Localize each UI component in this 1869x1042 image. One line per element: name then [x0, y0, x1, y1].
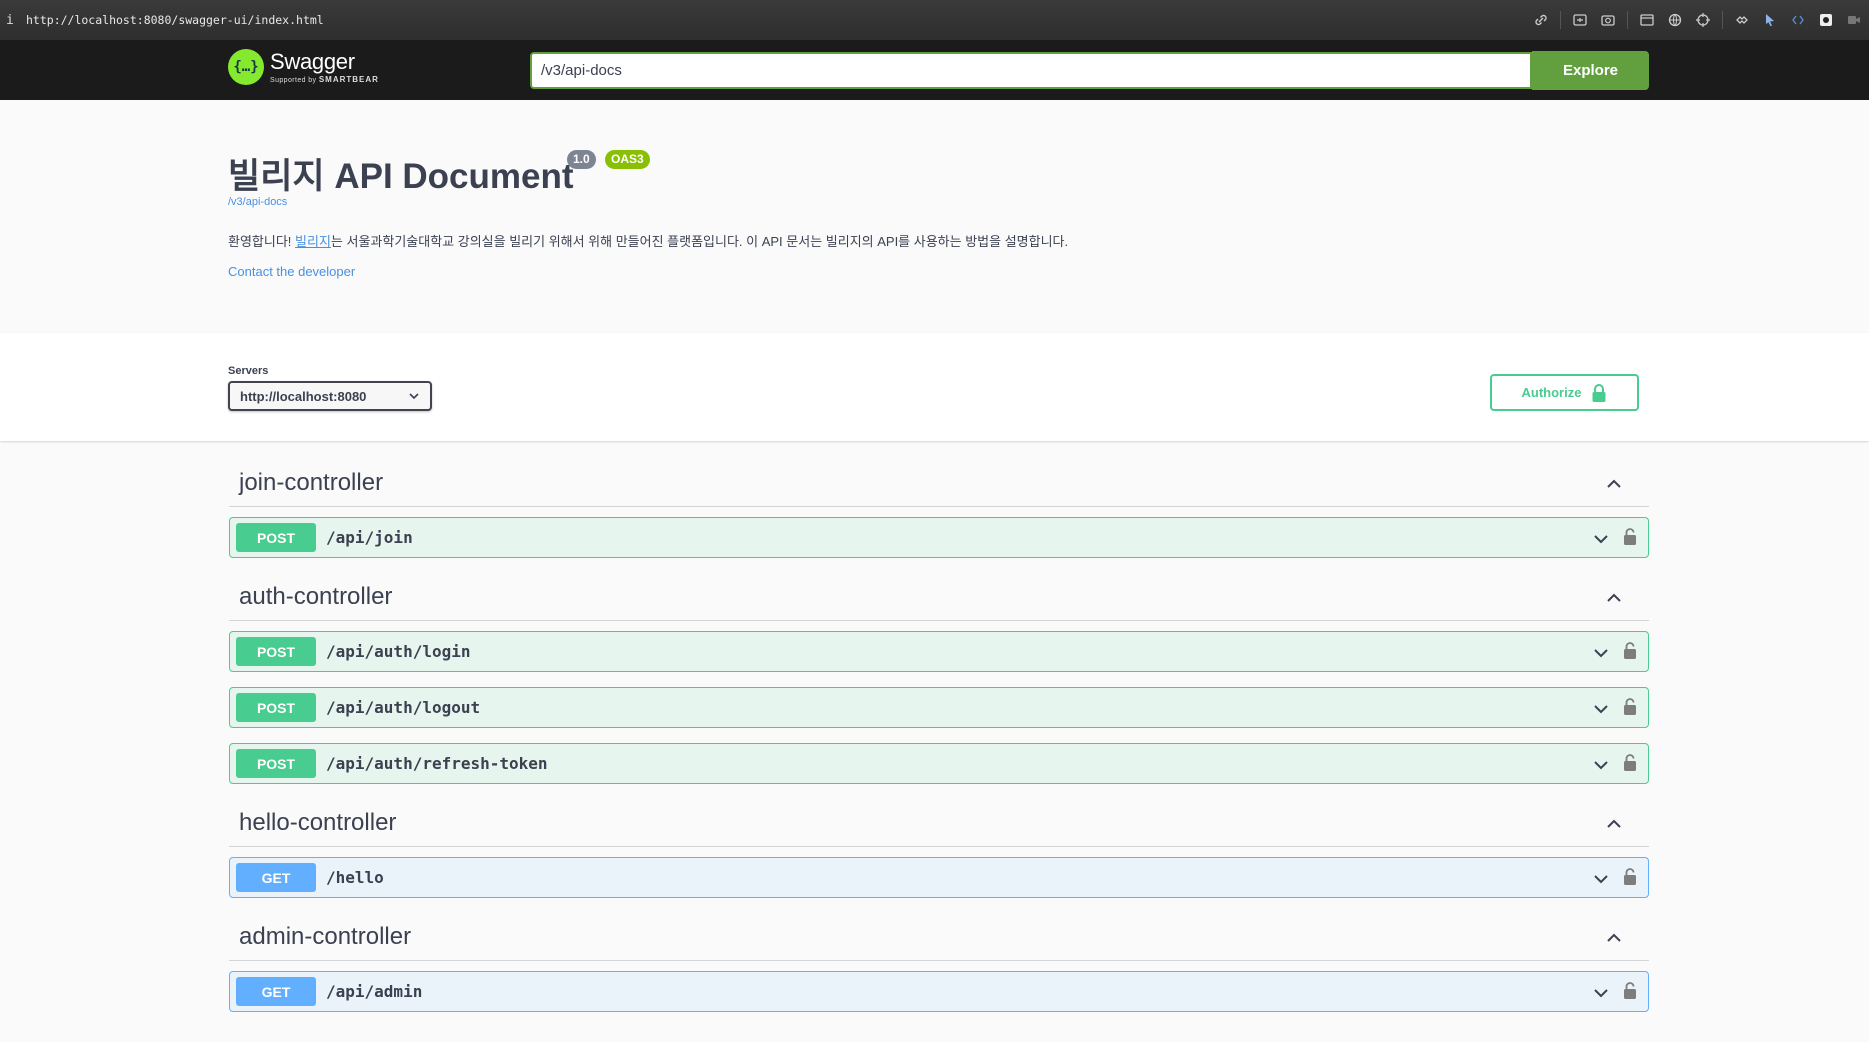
page-info-icon[interactable]: i — [6, 13, 20, 28]
crosshair-icon[interactable] — [1694, 11, 1712, 29]
browser-toolbar: i http://localhost:8080/swagger-ui/index… — [0, 0, 1869, 40]
version-badge: 1.0 — [567, 150, 596, 169]
globe-icon[interactable] — [1666, 11, 1684, 29]
servers-select[interactable]: http://localhost:8080 — [228, 381, 432, 411]
tag-header-auth-controller[interactable]: auth-controller — [229, 573, 1649, 621]
lock-icon — [1592, 383, 1606, 402]
video-icon[interactable] — [1845, 11, 1863, 29]
cursor-icon[interactable] — [1761, 11, 1779, 29]
swagger-wordmark: Swagger — [270, 49, 355, 74]
operation-path: /api/auth/login — [326, 642, 471, 661]
operation-path: /hello — [326, 868, 384, 887]
tag-title: hello-controller — [239, 809, 397, 836]
chevron-down-icon[interactable] — [1592, 530, 1610, 548]
servers-selected-value: http://localhost:8080 — [240, 388, 367, 404]
api-title: 빌리지 API Document — [228, 157, 574, 196]
method-badge: GET — [236, 977, 316, 1006]
authorize-button[interactable]: Authorize — [1490, 374, 1639, 411]
operation-path: /api/auth/refresh-token — [326, 754, 548, 773]
chevron-down-icon[interactable] — [1592, 870, 1610, 888]
tag-title: join-controller — [239, 469, 384, 496]
description-suffix: 는 서울과학기술대학교 강의실을 빌리기 위해서 위해 만들어진 플랫폼입니다.… — [330, 234, 1069, 249]
explore-button[interactable]: Explore — [1532, 51, 1649, 90]
method-badge: POST — [236, 693, 316, 722]
chevron-down-icon[interactable] — [1592, 700, 1610, 718]
operation-path: /api/admin — [326, 982, 423, 1001]
chevron-down-icon — [409, 393, 419, 400]
supported-by-text: Supported by — [270, 77, 317, 84]
operation-path: /api/auth/logout — [326, 698, 481, 717]
tag-title: admin-controller — [239, 923, 412, 950]
oas-badge: OAS3 — [605, 150, 650, 169]
method-badge: POST — [236, 523, 316, 552]
village-link[interactable]: 빌리지 — [295, 234, 331, 249]
operation-post-api-join[interactable]: POST/api/join — [229, 517, 1649, 558]
swagger-logo[interactable]: {…} Swagger Supported by SMARTBEAR — [228, 49, 379, 85]
swagger-logo-icon: {…} — [228, 49, 264, 85]
lock-icon[interactable] — [1622, 980, 1638, 1002]
swagger-logo-text: Swagger Supported by SMARTBEAR — [270, 49, 379, 85]
chevron-down-icon[interactable] — [1592, 756, 1610, 774]
method-badge: POST — [236, 637, 316, 666]
smartbear-tagline: Supported by SMARTBEAR — [270, 75, 379, 84]
lock-icon[interactable] — [1622, 640, 1638, 662]
code-icon[interactable] — [1789, 11, 1807, 29]
method-badge: GET — [236, 863, 316, 892]
method-badge: POST — [236, 749, 316, 778]
lock-icon[interactable] — [1622, 752, 1638, 774]
chevron-down-icon[interactable] — [1592, 644, 1610, 662]
app-icon[interactable] — [1817, 11, 1835, 29]
chevron-up-icon[interactable] — [1605, 475, 1623, 493]
operation-get-hello[interactable]: GET/hello — [229, 857, 1649, 898]
tag-title: auth-controller — [239, 583, 393, 610]
api-description: 환영합니다! 빌리지는 서울과학기술대학교 강의실을 빌리기 위해서 위해 만들… — [228, 231, 1068, 250]
description-prefix: 환영합니다! — [228, 234, 296, 249]
chevron-up-icon[interactable] — [1605, 929, 1623, 947]
operation-get-api-admin[interactable]: GET/api/admin — [229, 971, 1649, 1012]
link-icon[interactable] — [1532, 11, 1550, 29]
operation-path: /api/join — [326, 528, 413, 547]
lock-icon[interactable] — [1622, 526, 1638, 548]
servers-label: Servers — [228, 365, 269, 377]
chevron-up-icon[interactable] — [1605, 589, 1623, 607]
window-icon[interactable] — [1638, 11, 1656, 29]
contact-developer-link[interactable]: Contact the developer — [228, 264, 355, 279]
authorize-label: Authorize — [1521, 385, 1582, 400]
smartbear-text: SMARTBEAR — [318, 75, 379, 84]
toolbar-divider — [1722, 11, 1723, 29]
spec-link[interactable]: /v3/api-docs — [228, 196, 287, 208]
operation-post-api-auth-logout[interactable]: POST/api/auth/logout — [229, 687, 1649, 728]
tag-header-admin-controller[interactable]: admin-controller — [229, 913, 1649, 961]
extension-icon[interactable] — [1733, 11, 1751, 29]
lock-icon[interactable] — [1622, 866, 1638, 888]
tag-header-hello-controller[interactable]: hello-controller — [229, 799, 1649, 847]
address-bar-url[interactable]: http://localhost:8080/swagger-ui/index.h… — [26, 13, 324, 27]
lock-icon[interactable] — [1622, 696, 1638, 718]
chevron-down-icon[interactable] — [1592, 984, 1610, 1002]
operation-post-api-auth-login[interactable]: POST/api/auth/login — [229, 631, 1649, 672]
browser-tools — [1532, 0, 1869, 40]
toolbar-divider — [1560, 11, 1561, 29]
tag-header-join-controller[interactable]: join-controller — [229, 459, 1649, 507]
info-section — [0, 100, 1869, 333]
operation-post-api-auth-refresh-token[interactable]: POST/api/auth/refresh-token — [229, 743, 1649, 784]
camera-icon[interactable] — [1599, 11, 1617, 29]
screenshot-icon[interactable] — [1571, 11, 1589, 29]
chevron-up-icon[interactable] — [1605, 815, 1623, 833]
toolbar-divider — [1627, 11, 1628, 29]
spec-url-input[interactable] — [530, 52, 1532, 89]
